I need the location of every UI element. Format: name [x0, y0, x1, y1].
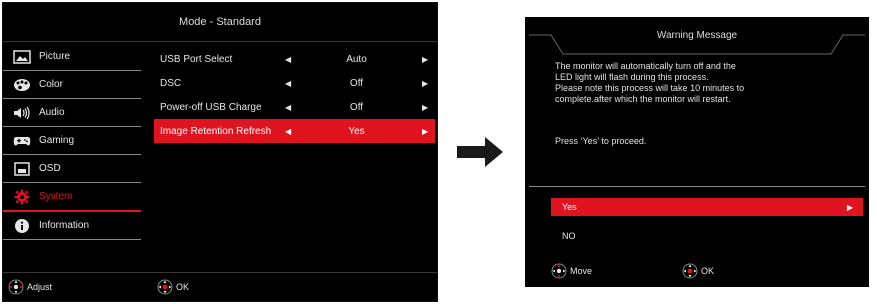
- ok-hint: OK: [682, 263, 714, 279]
- osd-sidebar: Picture Color Audio Gaming OSD System In…: [3, 43, 141, 240]
- divider: [529, 186, 865, 187]
- option-no-button[interactable]: NO: [551, 227, 863, 245]
- option-yes-button[interactable]: Yes ▶: [551, 198, 863, 216]
- warning-message-line: Please note this process will take 10 mi…: [555, 83, 745, 93]
- joystick-ok-icon: [157, 279, 173, 295]
- ok-label: OK: [176, 282, 190, 292]
- sidebar-item-label: System: [39, 191, 73, 202]
- sidebar-item-color[interactable]: Color: [3, 71, 141, 99]
- sidebar-item-picture[interactable]: Picture: [3, 43, 141, 71]
- sidebar-item-label: OSD: [39, 163, 61, 174]
- setting-value: Off: [349, 101, 364, 113]
- setting-label: Image Retention Refresh: [160, 125, 272, 137]
- arrow-right-icon[interactable]: ▶: [422, 55, 428, 64]
- warning-dialog: Warning Message The monitor will automat…: [525, 17, 869, 287]
- sidebar-item-system[interactable]: System: [3, 183, 141, 212]
- warning-title: Warning Message: [656, 30, 738, 41]
- osd-menu-panel: Mode - Standard Picture Color Audio Gami…: [2, 2, 438, 302]
- setting-label: USB Port Select: [160, 53, 233, 65]
- ok-hint: OK: [157, 279, 189, 295]
- arrow-right-icon[interactable]: ▶: [422, 79, 428, 88]
- setting-row-usb-port-select[interactable]: USB Port Select ◀ Auto ▶: [154, 47, 435, 71]
- option-label: NO: [562, 231, 576, 241]
- adjust-hint: Adjust: [8, 279, 52, 295]
- settings-list: USB Port Select ◀ Auto ▶ DSC ◀ Off ▶ Pow…: [154, 47, 435, 143]
- setting-label: DSC: [160, 77, 182, 89]
- gear-icon: [11, 189, 33, 205]
- sidebar-item-label: Color: [39, 79, 63, 90]
- sidebar-item-osd[interactable]: OSD: [3, 155, 141, 183]
- picture-icon: [11, 49, 33, 65]
- adjust-label: Adjust: [27, 282, 53, 292]
- arrow-left-icon[interactable]: ◀: [285, 79, 291, 88]
- joystick-ok-icon: [682, 263, 698, 279]
- osd-mode-title: Mode - Standard: [3, 3, 437, 42]
- arrow-left-icon[interactable]: ◀: [285, 127, 291, 136]
- sidebar-item-label: Information: [39, 220, 90, 231]
- option-label: Yes: [562, 202, 577, 212]
- move-label: Move: [570, 266, 593, 276]
- warning-footer: Move OK: [525, 257, 869, 279]
- setting-label: Power-off USB Charge: [160, 101, 262, 113]
- setting-value: Yes: [348, 125, 365, 137]
- sidebar-item-gaming[interactable]: Gaming: [3, 127, 141, 155]
- sidebar-item-information[interactable]: Information: [3, 212, 141, 240]
- ok-label: OK: [701, 266, 715, 276]
- arrow-right-icon: ▶: [846, 202, 853, 212]
- transition-arrow-icon: [457, 137, 503, 167]
- setting-value: Auto: [346, 53, 367, 65]
- warning-message-line: LED light will flash during this process…: [555, 72, 709, 82]
- osd-window-icon: [11, 161, 33, 177]
- sidebar-item-audio[interactable]: Audio: [3, 99, 141, 127]
- arrow-right-icon[interactable]: ▶: [422, 127, 428, 136]
- warning-message-line: The monitor will automatically turn off …: [555, 61, 736, 71]
- speaker-icon: [11, 105, 33, 121]
- sidebar-item-label: Picture: [39, 51, 71, 62]
- setting-value: Off: [349, 77, 364, 89]
- color-palette-icon: [11, 77, 33, 93]
- sidebar-item-label: Gaming: [39, 135, 75, 146]
- warning-message: The monitor will automatically turn off …: [555, 61, 855, 105]
- setting-row-image-retention-refresh[interactable]: Image Retention Refresh ◀ Yes ▶: [154, 119, 435, 143]
- setting-row-dsc[interactable]: DSC ◀ Off ▶: [154, 71, 435, 95]
- joystick-move-icon: [551, 263, 567, 279]
- warning-prompt: Press ‘Yes’ to proceed.: [555, 136, 647, 146]
- arrow-left-icon[interactable]: ◀: [285, 103, 291, 112]
- move-hint: Move: [551, 263, 592, 279]
- warning-message-line: complete.after which the monitor will re…: [555, 94, 731, 104]
- arrow-left-icon[interactable]: ◀: [285, 55, 291, 64]
- info-icon: [11, 218, 33, 234]
- setting-row-power-off-usb-charge[interactable]: Power-off USB Charge ◀ Off ▶: [154, 95, 435, 119]
- joystick-adjust-icon: [8, 279, 24, 295]
- osd-footer: Adjust OK: [3, 272, 437, 301]
- arrow-right-icon[interactable]: ▶: [422, 103, 428, 112]
- gamepad-icon: [11, 133, 33, 149]
- sidebar-item-label: Audio: [39, 107, 65, 118]
